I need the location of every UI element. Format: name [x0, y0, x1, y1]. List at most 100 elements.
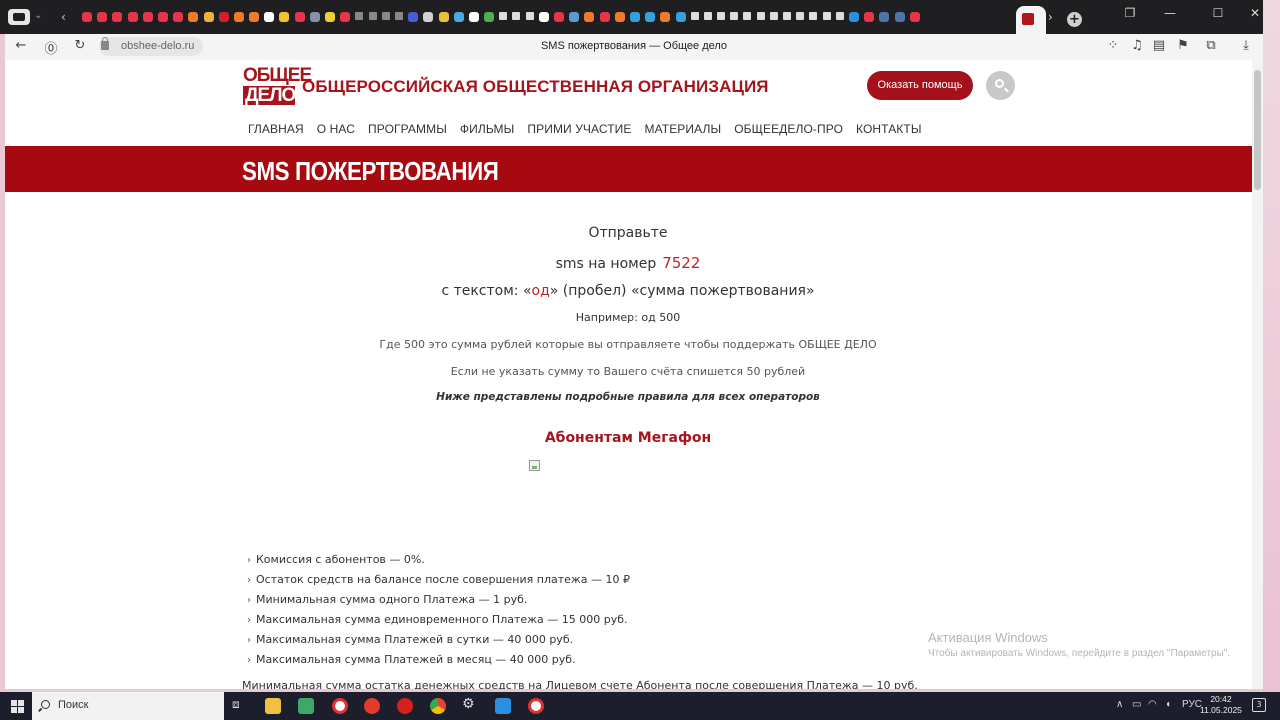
maximize-button[interactable]: ☐ [1208, 6, 1228, 20]
pinned-tab-favicon-icon[interactable] [909, 12, 920, 22]
pinned-tab-favicon-icon[interactable] [157, 12, 168, 22]
downloads-icon[interactable]: ⤓ [1238, 38, 1254, 53]
yandex-icon[interactable] [332, 698, 348, 714]
tabs-scroll-left-icon[interactable]: ‹ [61, 10, 66, 24]
taskbar-clock[interactable]: 20:42 11.05.2025 [1200, 694, 1242, 716]
pinned-tab-favicon-icon[interactable] [848, 12, 859, 22]
nav-item-programs[interactable]: ПРОГРАММЫ [368, 122, 447, 136]
scrollbar-thumb[interactable] [1254, 70, 1261, 190]
pinned-tab-favicon-icon[interactable] [468, 12, 479, 22]
pinned-tab-favicon-icon[interactable] [614, 12, 625, 22]
reader-icon[interactable]: ▤ [1151, 38, 1167, 53]
pinned-tab-favicon-icon[interactable] [142, 12, 153, 22]
pinned-tab-favicon-icon[interactable] [512, 12, 521, 20]
pinned-tab-favicon-icon[interactable] [499, 12, 508, 20]
pinned-tab-favicon-icon[interactable] [294, 12, 305, 22]
browser-menu-icon[interactable] [8, 9, 30, 25]
yandex-browser-active-icon[interactable] [528, 698, 544, 714]
pinned-tab-favicon-icon[interactable] [453, 12, 464, 22]
pinned-tab-favicon-icon[interactable] [525, 12, 534, 20]
pinned-tab-favicon-icon[interactable] [835, 12, 844, 20]
pinned-tab-favicon-icon[interactable] [894, 12, 905, 22]
pinned-tab-favicon-icon[interactable] [675, 12, 686, 22]
bookmarks-window-icon[interactable]: ❐ [1120, 6, 1140, 20]
store-icon[interactable] [298, 698, 314, 714]
pinned-tab-favicon-icon[interactable] [264, 12, 275, 22]
pinned-tab-favicon-icon[interactable] [629, 12, 640, 22]
headphones-icon[interactable]: ♫ [1129, 38, 1145, 53]
pinned-tab-favicon-icon[interactable] [538, 12, 549, 22]
pinned-tab-favicon-icon[interactable] [743, 12, 752, 20]
close-window-button[interactable]: ✕ [1245, 6, 1265, 20]
pinned-tab-favicon-icon[interactable] [340, 12, 351, 22]
pinned-tab-favicon-icon[interactable] [645, 12, 656, 22]
nav-item-home[interactable]: ГЛАВНАЯ [248, 122, 304, 136]
pinned-tab-favicon-icon[interactable] [584, 12, 595, 22]
yandex-browser-icon[interactable] [364, 698, 380, 714]
pinned-tab-favicon-icon[interactable] [355, 12, 364, 20]
collections-icon[interactable]: ⧉ [1203, 38, 1219, 53]
pinned-tab-favicon-icon[interactable] [203, 12, 214, 22]
pinned-tab-favicon-icon[interactable] [864, 12, 875, 22]
pinned-tab-favicon-icon[interactable] [97, 12, 108, 22]
pinned-tab-favicon-icon[interactable] [325, 12, 335, 22]
minimize-button[interactable]: — [1160, 6, 1180, 20]
nav-item-materials[interactable]: МАТЕРИАЛЫ [645, 122, 722, 136]
pinned-tab-favicon-icon[interactable] [127, 12, 138, 22]
pinned-tab-favicon-icon[interactable] [756, 12, 765, 20]
pinned-tab-favicon-icon[interactable] [769, 12, 778, 20]
taskbar-search[interactable]: Поиск [32, 692, 224, 720]
notifications-badge[interactable]: 3 [1252, 698, 1266, 712]
active-tab[interactable] [1016, 6, 1046, 34]
pinned-tab-favicon-icon[interactable] [188, 12, 199, 22]
nav-item-participate[interactable]: ПРИМИ УЧАСТИЕ [527, 122, 631, 136]
help-button[interactable]: Оказать помощь [867, 71, 973, 100]
network-icon[interactable]: ▭ [1132, 699, 1141, 710]
pinned-tab-favicon-icon[interactable] [423, 12, 434, 22]
tray-overflow-chevron-icon[interactable]: ∧ [1116, 699, 1123, 710]
pinned-tab-favicon-icon[interactable] [233, 12, 244, 22]
task-view-icon[interactable]: ⧈ [232, 697, 248, 713]
pinned-tab-favicon-icon[interactable] [394, 12, 403, 20]
pinned-tab-favicon-icon[interactable] [796, 12, 805, 20]
nav-item-pro[interactable]: ОБЩЕЕДЕЛО-ПРО [734, 122, 843, 136]
pinned-tab-favicon-icon[interactable] [484, 12, 495, 22]
pinned-tab-favicon-icon[interactable] [569, 12, 580, 22]
pinned-tab-favicon-icon[interactable] [783, 12, 791, 20]
windows-start-icon[interactable] [11, 700, 24, 713]
pinned-tab-favicon-icon[interactable] [218, 12, 229, 22]
pinned-tab-favicon-icon[interactable] [279, 12, 290, 22]
pinned-tab-favicon-icon[interactable] [381, 12, 390, 20]
pinned-tab-favicon-icon[interactable] [408, 12, 419, 22]
pinned-tab-favicon-icon[interactable] [660, 12, 671, 22]
file-explorer-icon[interactable] [265, 698, 281, 714]
pinned-tab-favicon-icon[interactable] [690, 12, 699, 20]
wifi-icon[interactable]: ◠ [1148, 699, 1157, 710]
pinned-tab-favicon-icon[interactable] [554, 12, 564, 22]
pinned-tab-favicon-icon[interactable] [82, 12, 92, 22]
pinned-tab-favicon-icon[interactable] [249, 12, 260, 22]
opera-icon[interactable] [397, 698, 413, 714]
bookmark-icon[interactable]: ⚑ [1175, 38, 1191, 53]
nav-item-about[interactable]: О НАС [317, 122, 355, 136]
site-logo[interactable]: ОБЩЕЕ ДЕЛО [243, 66, 312, 106]
pinned-tab-favicon-icon[interactable] [809, 12, 818, 20]
settings-gear-icon[interactable]: ⚙ [462, 696, 478, 712]
chrome-icon[interactable] [430, 698, 446, 714]
extensions-icon[interactable]: ⁘ [1105, 38, 1121, 53]
site-search-button[interactable] [986, 71, 1015, 100]
nav-item-films[interactable]: ФИЛЬМЫ [460, 122, 514, 136]
pinned-tab-favicon-icon[interactable] [730, 12, 739, 20]
pinned-tab-favicon-icon[interactable] [879, 12, 890, 22]
pinned-tab-favicon-icon[interactable] [112, 12, 123, 22]
new-tab-button[interactable]: + [1067, 12, 1082, 27]
pinned-tab-favicon-icon[interactable] [368, 12, 377, 20]
pinned-tab-favicon-icon[interactable] [173, 12, 184, 22]
pinned-tab-favicon-icon[interactable] [703, 12, 712, 20]
tabs-scroll-right-icon[interactable]: › [1048, 10, 1053, 24]
pinned-tab-favicon-icon[interactable] [438, 12, 449, 22]
pinned-tab-favicon-icon[interactable] [822, 12, 831, 20]
page-scrollbar[interactable] [1252, 60, 1263, 689]
pinned-tab-favicon-icon[interactable] [309, 12, 320, 22]
pinned-tab-favicon-icon[interactable] [717, 12, 726, 20]
